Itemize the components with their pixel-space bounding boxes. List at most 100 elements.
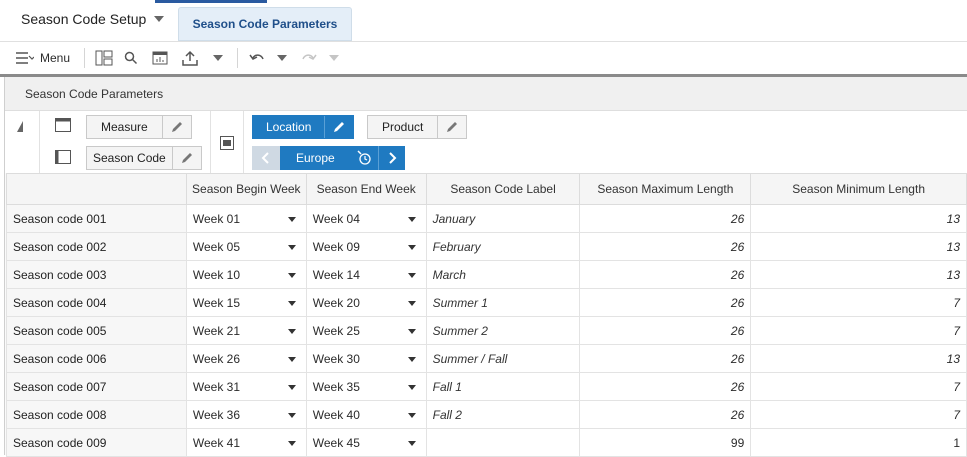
- location-selector[interactable]: Europe: [280, 146, 378, 170]
- min-length-cell[interactable]: 7: [750, 400, 967, 429]
- min-length-cell[interactable]: 7: [750, 316, 967, 345]
- dropdown-arrow-icon[interactable]: [287, 413, 296, 418]
- begin-week-cell[interactable]: Week 41: [185, 428, 307, 457]
- dropdown-arrow-icon[interactable]: [287, 273, 296, 278]
- season-label-cell[interactable]: [425, 428, 581, 457]
- max-length-cell[interactable]: 26: [579, 316, 752, 345]
- undo-dropdown[interactable]: [270, 46, 294, 70]
- min-length-cell[interactable]: 1: [750, 428, 967, 457]
- min-length-cell[interactable]: 7: [750, 372, 967, 401]
- dropdown-arrow-icon[interactable]: [407, 217, 416, 222]
- max-length-cell[interactable]: 26: [579, 372, 752, 401]
- chevron-down-icon: [277, 55, 288, 61]
- tab-season-code-parameters[interactable]: Season Code Parameters: [178, 7, 352, 41]
- max-length-cell[interactable]: 26: [579, 288, 752, 317]
- end-week-cell[interactable]: Week 30: [305, 344, 427, 373]
- begin-week-cell[interactable]: Week 15: [185, 288, 307, 317]
- table-row: Season code 001 Week 01 Week 04 January 26 13: [6, 204, 967, 233]
- collapse-toggle[interactable]: [17, 121, 23, 132]
- row-header: Season code 001: [6, 204, 187, 233]
- begin-week-cell[interactable]: Week 10: [185, 260, 307, 289]
- column-header[interactable]: Season Maximum Length: [579, 173, 752, 205]
- product-chip[interactable]: Product: [367, 115, 468, 139]
- location-chip[interactable]: Location: [252, 115, 355, 139]
- dropdown-arrow-icon[interactable]: [407, 329, 416, 334]
- dropdown-arrow-icon[interactable]: [407, 385, 416, 390]
- max-length-cell[interactable]: 26: [579, 232, 752, 261]
- edit-season-code-button[interactable]: [171, 147, 201, 169]
- min-length-cell[interactable]: 13: [750, 204, 967, 233]
- begin-week-cell[interactable]: Week 36: [185, 400, 307, 429]
- previous-location-button[interactable]: [252, 146, 280, 170]
- end-week-cell[interactable]: Week 35: [305, 372, 427, 401]
- find-button[interactable]: [117, 46, 145, 70]
- dropdown-arrow-icon[interactable]: [407, 301, 416, 306]
- max-length-cell[interactable]: 26: [579, 344, 752, 373]
- min-length-cell[interactable]: 13: [750, 260, 967, 289]
- end-week-cell[interactable]: Week 09: [305, 232, 427, 261]
- max-length-cell[interactable]: 26: [579, 204, 752, 233]
- pivot-button[interactable]: [91, 46, 117, 70]
- season-label-cell[interactable]: February: [425, 232, 581, 261]
- redo-dropdown[interactable]: [324, 46, 344, 70]
- app-title-dropdown[interactable]: Season Code Setup: [21, 11, 165, 27]
- chart-view-button[interactable]: [145, 46, 175, 70]
- history-icon: [357, 150, 371, 165]
- edit-measure-button[interactable]: [161, 116, 191, 138]
- end-week-cell[interactable]: Week 20: [305, 288, 427, 317]
- undo-button[interactable]: [244, 46, 270, 70]
- season-label-cell[interactable]: Summer / Fall: [425, 344, 581, 373]
- end-week-cell[interactable]: Week 45: [305, 428, 427, 457]
- column-header[interactable]: Season Code Label: [425, 173, 581, 205]
- begin-week-cell[interactable]: Week 01: [185, 204, 307, 233]
- end-week-cell[interactable]: Week 25: [305, 316, 427, 345]
- max-length-cell[interactable]: 26: [579, 400, 752, 429]
- dropdown-arrow-icon[interactable]: [287, 385, 296, 390]
- more-dropdown[interactable]: [205, 46, 231, 70]
- dropdown-arrow-icon[interactable]: [287, 329, 296, 334]
- dropdown-arrow-icon[interactable]: [287, 441, 296, 446]
- dropdown-arrow-icon[interactable]: [287, 217, 296, 222]
- next-location-button[interactable]: [378, 146, 405, 170]
- season-label-cell[interactable]: January: [425, 204, 581, 233]
- end-week-cell[interactable]: Week 14: [305, 260, 427, 289]
- dropdown-arrow-icon[interactable]: [407, 273, 416, 278]
- end-week-cell[interactable]: Week 04: [305, 204, 427, 233]
- measure-chip-label: Measure: [101, 120, 148, 134]
- column-header[interactable]: Season Minimum Length: [750, 173, 967, 205]
- season-label-cell[interactable]: Fall 1: [425, 372, 581, 401]
- dropdown-arrow-icon[interactable]: [407, 413, 416, 418]
- season-label-cell[interactable]: Summer 1: [425, 288, 581, 317]
- dropdown-arrow-icon[interactable]: [407, 245, 416, 250]
- begin-week-cell[interactable]: Week 31: [185, 372, 307, 401]
- column-header[interactable]: Season Begin Week: [185, 173, 307, 205]
- pivot-icon: [95, 50, 113, 66]
- dropdown-arrow-icon[interactable]: [287, 357, 296, 362]
- min-length-cell[interactable]: 13: [750, 232, 967, 261]
- season-label-cell[interactable]: Summer 2: [425, 316, 581, 345]
- begin-week-cell[interactable]: Week 05: [185, 232, 307, 261]
- location-navigator: Europe: [252, 146, 406, 170]
- min-length-cell[interactable]: 7: [750, 288, 967, 317]
- edit-product-button[interactable]: [437, 116, 466, 138]
- max-length-cell[interactable]: 26: [579, 260, 752, 289]
- min-length-cell[interactable]: 13: [750, 344, 967, 373]
- dropdown-arrow-icon[interactable]: [287, 301, 296, 306]
- export-button[interactable]: [175, 46, 205, 70]
- season-label-cell[interactable]: March: [425, 260, 581, 289]
- begin-week-cell[interactable]: Week 21: [185, 316, 307, 345]
- menu-button[interactable]: Menu: [16, 46, 70, 70]
- dropdown-arrow-icon[interactable]: [287, 245, 296, 250]
- column-header[interactable]: Season End Week: [305, 173, 427, 205]
- dropdown-arrow-icon[interactable]: [407, 441, 416, 446]
- max-length-cell[interactable]: 99: [579, 428, 752, 457]
- begin-week-cell[interactable]: Week 26: [185, 344, 307, 373]
- season-code-chip[interactable]: Season Code: [86, 146, 202, 170]
- measure-chip[interactable]: Measure: [86, 115, 192, 139]
- season-label-cell[interactable]: Fall 2: [425, 400, 581, 429]
- redo-button[interactable]: [294, 46, 324, 70]
- dropdown-arrow-icon[interactable]: [407, 357, 416, 362]
- product-chip-label: Product: [382, 120, 424, 134]
- edit-location-button[interactable]: [324, 116, 353, 138]
- end-week-cell[interactable]: Week 40: [305, 400, 427, 429]
